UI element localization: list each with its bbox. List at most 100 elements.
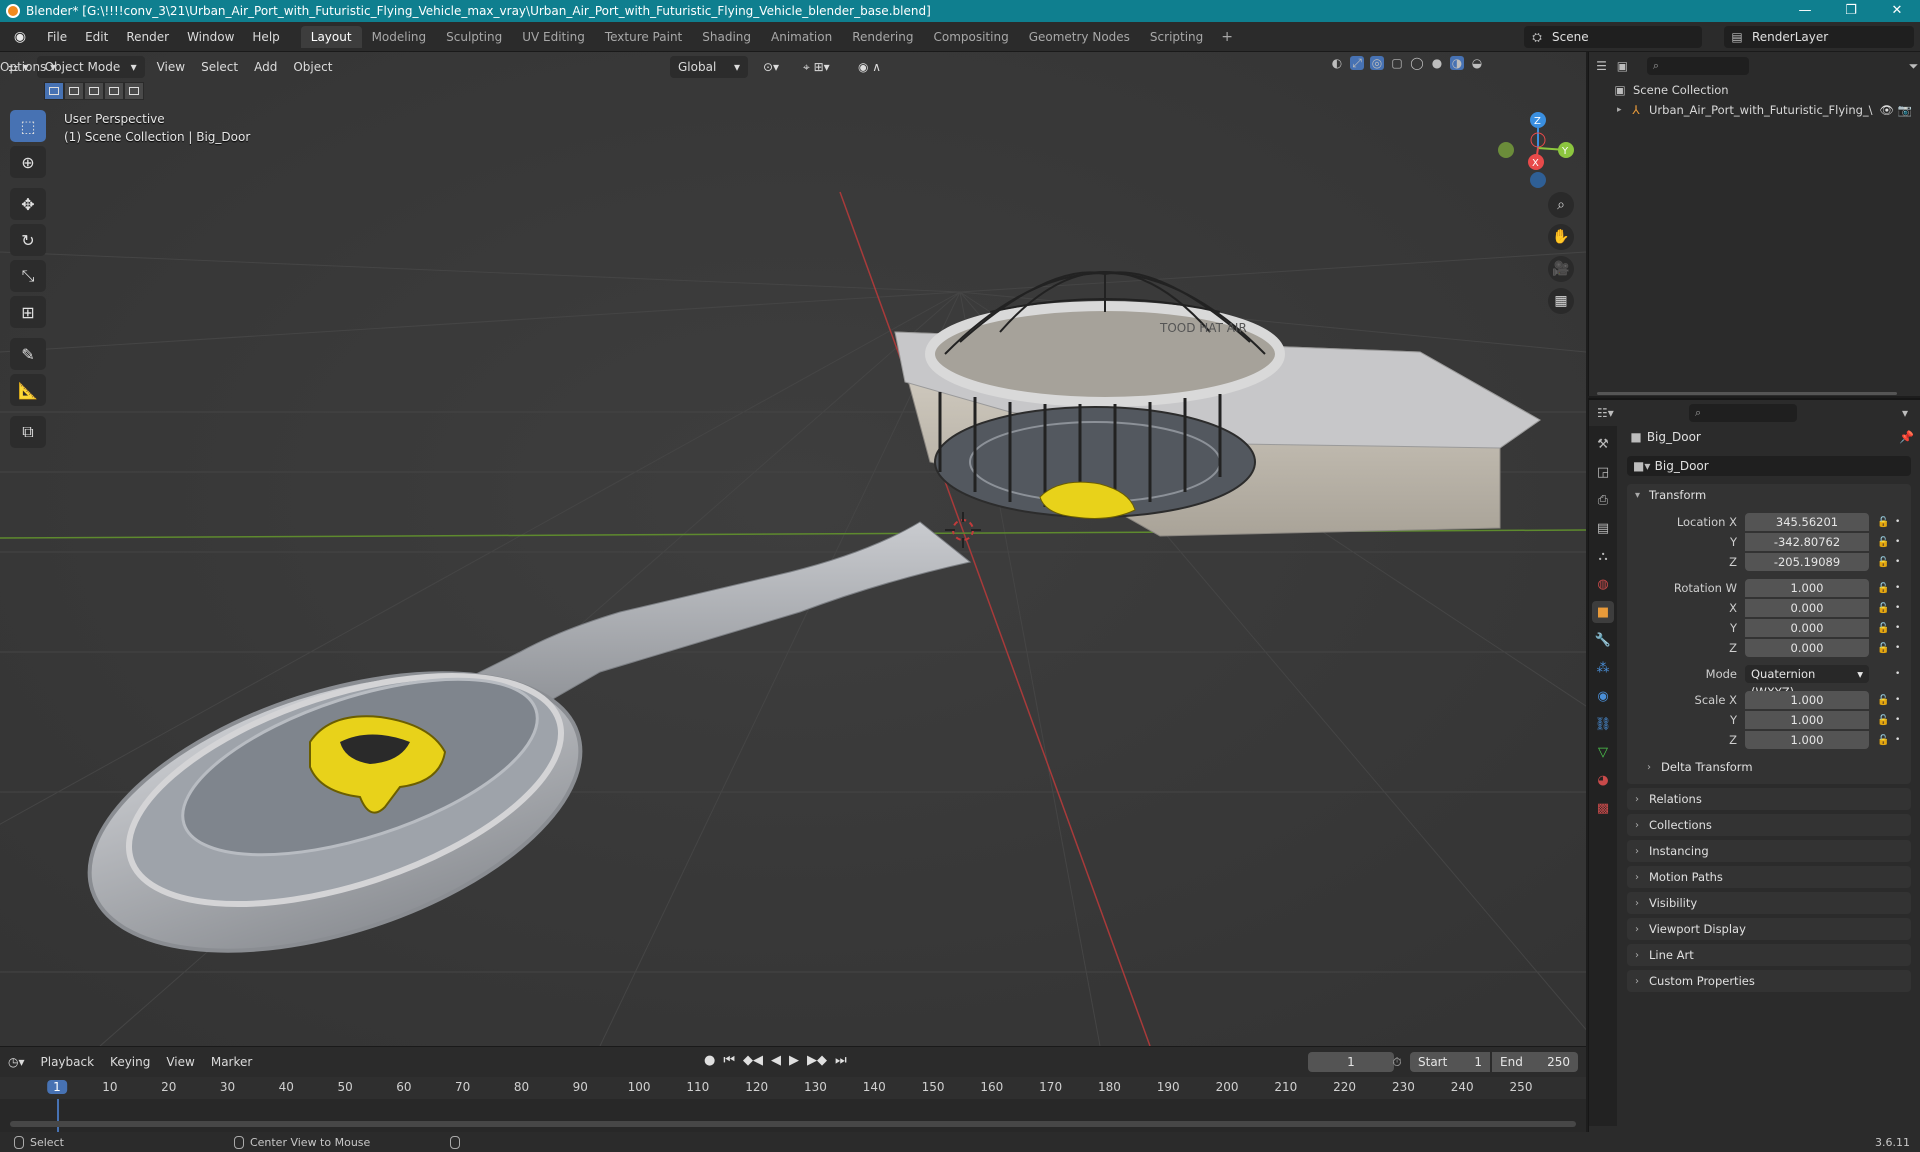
viewport-display-panel[interactable]: › Viewport Display [1627,918,1911,940]
outliner-scrollbar[interactable] [1597,392,1897,395]
tab-compositing[interactable]: Compositing [923,26,1018,48]
relations-panel[interactable]: › Relations [1627,788,1911,810]
outliner-scene-collection[interactable]: ▣ Scene Collection [1589,80,1920,100]
menu-marker[interactable]: Marker [203,1055,260,1069]
menu-file[interactable]: File [38,30,76,44]
scale-tool-icon[interactable]: ⤡ [10,260,46,292]
render-layer-selector[interactable]: ▤ RenderLayer [1724,26,1914,48]
menu-timeline-view[interactable]: View [158,1055,202,1069]
outliner-search-input[interactable]: ⌕ [1646,57,1750,75]
tab-layout[interactable]: Layout [300,25,362,48]
end-frame-field[interactable]: End 250 [1492,1052,1578,1072]
material-shading-icon[interactable]: ◑ [1450,56,1464,70]
jump-end-icon[interactable]: ⏭ [835,1053,847,1068]
world-tab-icon[interactable]: ◍ [1592,573,1614,595]
add-workspace-icon[interactable]: + [1213,29,1241,45]
scene-selector[interactable]: ⛭ Scene [1524,26,1702,48]
keyframe-dot-icon[interactable]: • [1895,557,1905,567]
properties-editor-icon[interactable]: ☷▾ [1597,406,1614,420]
menu-render[interactable]: Render [117,30,178,44]
delta-transform-subpanel[interactable]: › Delta Transform [1627,756,1911,778]
location-y-field[interactable]: -342.80762 [1745,533,1869,551]
keyframe-dot-icon[interactable]: • [1895,537,1905,547]
tab-sculpting[interactable]: Sculpting [436,26,512,48]
filter-icon[interactable]: ⏷ [1907,59,1920,73]
stopwatch-icon[interactable]: ⏱ [1390,1055,1404,1069]
orientation-dropdown[interactable]: Global ▾ [670,56,748,78]
tab-texture-paint[interactable]: Texture Paint [595,26,692,48]
proportional-edit-icon[interactable]: ◉ ∧ [850,56,889,78]
timeline-track[interactable] [0,1099,1586,1133]
blender-logo-icon[interactable]: ◉ [10,28,30,46]
zoom-icon[interactable]: ⌕ [1548,192,1574,218]
lock-icon[interactable]: 🔓 [1877,557,1895,568]
lock-icon[interactable]: 🔓 [1877,643,1895,654]
jump-start-icon[interactable]: ⏮ [723,1053,735,1068]
location-z-field[interactable]: -205.19089 [1745,553,1869,571]
pin-icon[interactable]: 📌 [1899,430,1914,444]
object-tab-icon[interactable]: ■ [1592,601,1614,623]
tab-uv-editing[interactable]: UV Editing [512,26,595,48]
move-tool-icon[interactable]: ✥ [10,188,46,220]
cursor-tool-icon[interactable]: ⊕ [10,146,46,178]
snap-icon[interactable]: ⌖ ⊞▾ [795,56,838,78]
add-cube-tool-icon[interactable]: ⧉ [10,416,46,448]
tool-tab-icon[interactable]: ⚒ [1592,433,1614,455]
timeline-editor-icon[interactable]: ◷▾ [0,1055,33,1069]
visibility-icon[interactable]: ◐ [1330,56,1344,70]
solid-shading-icon[interactable]: ● [1430,56,1444,70]
pivot-icon[interactable]: ⊙▾ [755,56,787,78]
keyframe-dot-icon[interactable]: • [1895,715,1905,725]
menu-view[interactable]: View [149,56,193,78]
motion-paths-panel[interactable]: › Motion Paths [1627,866,1911,888]
play-reverse-icon[interactable]: ◀ [771,1053,781,1068]
visibility-panel[interactable]: › Visibility [1627,892,1911,914]
select-extend-icon[interactable] [64,82,84,100]
custom-properties-panel[interactable]: › Custom Properties [1627,970,1911,992]
xray-icon[interactable]: ▢ [1390,56,1404,70]
menu-add[interactable]: Add [246,56,285,78]
start-frame-field[interactable]: Start 1 [1410,1052,1490,1072]
camera-view-icon[interactable]: 🎥 [1548,256,1574,282]
tab-shading[interactable]: Shading [692,26,761,48]
lock-icon[interactable]: 🔓 [1877,603,1895,614]
data-tab-icon[interactable]: ▽ [1592,741,1614,763]
select-box-tool-icon[interactable]: ⬚ [10,110,46,142]
viewport-scene[interactable]: TOOD HAT AIR Z Y X [0,52,1586,1046]
tab-geometry-nodes[interactable]: Geometry Nodes [1019,26,1140,48]
options-dropdown[interactable]: Options ▾ [0,52,56,82]
overlays-icon[interactable]: ◎ [1370,56,1384,70]
line-art-panel[interactable]: › Line Art [1627,944,1911,966]
scene-tab-icon[interactable]: ⛬ [1592,545,1614,567]
rendered-shading-icon[interactable]: ◒ [1470,56,1484,70]
keyframe-dot-icon[interactable]: • [1895,669,1905,679]
keyframe-dot-icon[interactable]: • [1895,583,1905,593]
keyframe-dot-icon[interactable]: • [1895,735,1905,745]
close-button[interactable]: ✕ [1874,0,1920,22]
tab-rendering[interactable]: Rendering [842,26,923,48]
output-tab-icon[interactable]: ⎙ [1592,489,1614,511]
physics-tab-icon[interactable]: ◉ [1592,685,1614,707]
select-new-icon[interactable] [44,82,64,100]
keyframe-dot-icon[interactable]: • [1895,643,1905,653]
minimize-button[interactable]: — [1782,0,1828,22]
render-camera-icon[interactable]: 📷 [1898,103,1912,117]
prev-keyframe-icon[interactable]: ◆◀ [743,1053,763,1068]
material-tab-icon[interactable]: ◕ [1592,769,1614,791]
instancing-panel[interactable]: › Instancing [1627,840,1911,862]
constraints-tab-icon[interactable]: ⛓ [1592,713,1614,735]
current-frame-field[interactable]: 1 [1308,1052,1394,1072]
keyframe-dot-icon[interactable]: • [1895,623,1905,633]
scale-y-field[interactable]: 1.000 [1745,711,1869,729]
menu-help[interactable]: Help [243,30,288,44]
rotation-z-field[interactable]: 0.000 [1745,639,1869,657]
menu-playback[interactable]: Playback [33,1055,103,1069]
menu-keying[interactable]: Keying [102,1055,158,1069]
modifier-tab-icon[interactable]: 🔧 [1592,629,1614,651]
display-mode-icon[interactable]: ▣ [1616,59,1629,73]
scale-x-field[interactable]: 1.000 [1745,691,1869,709]
select-invert-icon[interactable] [104,82,124,100]
menu-select[interactable]: Select [193,56,246,78]
collections-panel[interactable]: › Collections [1627,814,1911,836]
lock-icon[interactable]: 🔓 [1877,517,1895,528]
